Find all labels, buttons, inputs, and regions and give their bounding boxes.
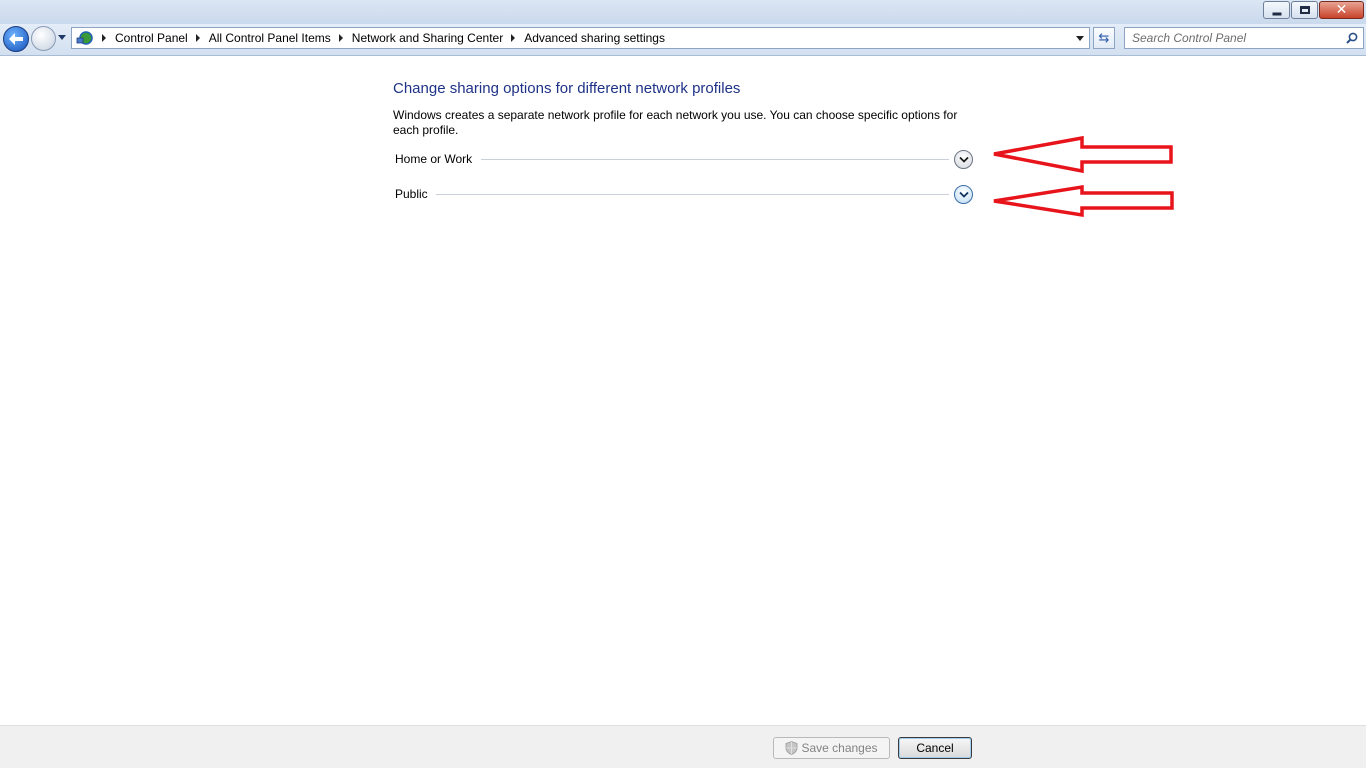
- search-box[interactable]: [1124, 27, 1364, 49]
- minimize-icon: [1272, 12, 1281, 16]
- chevron-right-icon[interactable]: [102, 34, 106, 42]
- chevron-right-icon[interactable]: [195, 34, 200, 42]
- address-bar[interactable]: Control Panel All Control Panel Items Ne…: [71, 27, 1090, 49]
- breadcrumb-network-and-sharing-center[interactable]: Network and Sharing Center: [352, 31, 503, 45]
- chevron-right-icon[interactable]: [338, 34, 343, 42]
- refresh-icon: ⇆: [1098, 30, 1110, 46]
- breadcrumb-control-panel[interactable]: Control Panel: [115, 31, 188, 45]
- refresh-button[interactable]: ⇆: [1093, 27, 1115, 49]
- divider: [481, 159, 949, 160]
- breadcrumb-advanced-sharing-settings[interactable]: Advanced sharing settings: [524, 31, 665, 45]
- close-icon: ✕: [1335, 2, 1348, 18]
- profile-label[interactable]: Home or Work: [395, 152, 472, 166]
- restore-icon: [1299, 6, 1310, 14]
- window-controls: ✕: [1262, 1, 1364, 19]
- forward-button[interactable]: [31, 26, 56, 51]
- save-changes-label: Save changes: [801, 741, 878, 755]
- uac-shield-icon: [786, 741, 798, 755]
- red-arrow-annotation-icon: [993, 135, 1173, 174]
- page-title: Change sharing options for different net…: [393, 80, 741, 97]
- chevron-down-icon: [959, 156, 969, 163]
- chevron-down-icon: [959, 191, 969, 198]
- expand-home-or-work-button[interactable]: [954, 150, 973, 169]
- save-changes-button[interactable]: Save changes: [773, 737, 890, 759]
- back-arrow-icon: [9, 33, 23, 45]
- navigation-bar: Control Panel All Control Panel Items Ne…: [0, 24, 1366, 56]
- chevron-right-icon[interactable]: [511, 34, 516, 42]
- recent-pages-dropdown-icon[interactable]: [58, 35, 66, 40]
- search-icon[interactable]: [1346, 32, 1358, 44]
- network-globe-icon: [76, 29, 94, 47]
- profile-public[interactable]: Public: [393, 185, 975, 207]
- divider: [436, 194, 949, 195]
- expand-public-button[interactable]: [954, 185, 973, 204]
- address-dropdown-icon[interactable]: [1076, 36, 1084, 41]
- profile-home-or-work[interactable]: Home or Work: [393, 150, 975, 172]
- back-button[interactable]: [3, 26, 29, 52]
- cancel-button[interactable]: Cancel: [898, 737, 972, 759]
- title-bar: ✕: [0, 0, 1366, 24]
- close-button[interactable]: ✕: [1319, 1, 1364, 19]
- breadcrumb-all-control-panel-items[interactable]: All Control Panel Items: [209, 31, 331, 45]
- profile-label[interactable]: Public: [395, 187, 428, 201]
- page-description: Windows creates a separate network profi…: [393, 108, 958, 137]
- search-input[interactable]: [1125, 28, 1335, 48]
- red-arrow-annotation-icon: [993, 184, 1174, 218]
- maximize-button[interactable]: [1291, 1, 1318, 19]
- cancel-label: Cancel: [916, 741, 954, 755]
- footer-bar: Save changes Cancel: [0, 725, 1366, 768]
- main-content: Change sharing options for different net…: [393, 80, 983, 204]
- minimize-button[interactable]: [1263, 1, 1290, 19]
